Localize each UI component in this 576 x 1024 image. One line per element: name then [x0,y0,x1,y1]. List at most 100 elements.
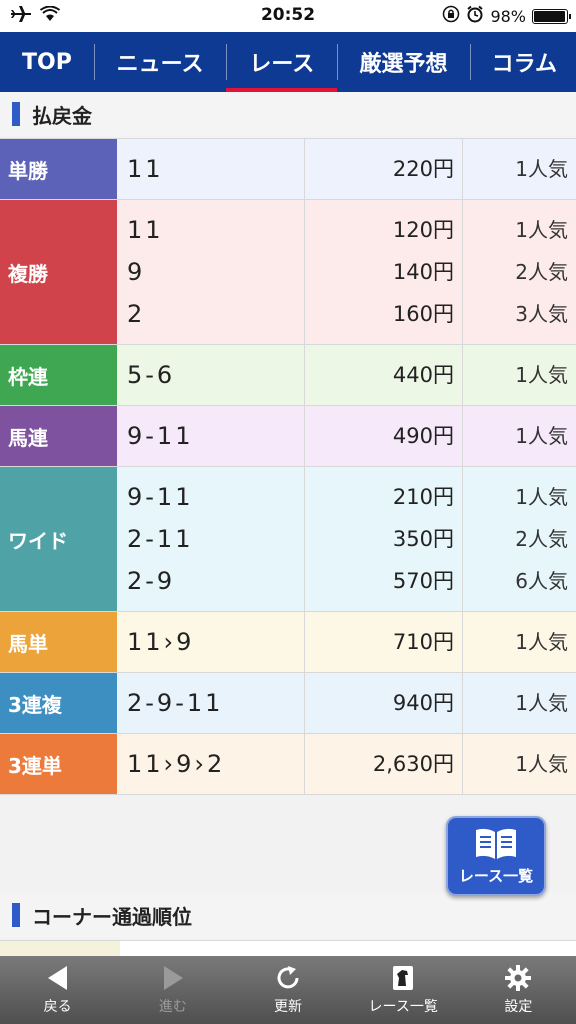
payout-amount-cell: 940円 [305,673,463,733]
popularity-value-cell: 1人気 [463,734,576,794]
payout-title: 払戻金 [32,103,92,128]
combination-value-cell: 9-11 2-11 2-9 [117,467,305,611]
combination-value-cell: 2-9-11 [117,673,305,733]
bottom-toolbar: 戻る 進む 更新 レース一覧 設定 [0,956,576,1024]
forward-button[interactable]: 進む [115,956,230,1024]
combination-value: 2-11 [127,525,194,553]
payout-amount: 710円 [392,630,454,654]
popularity-value: 6人気 [515,569,568,593]
popularity-value-cell: 1人気 [463,612,576,672]
alarm-icon [466,5,484,27]
popularity-value-cell: 1人気 2人気 6人気 [463,467,576,611]
combination-value-cell: 5-6 [117,345,305,405]
combination-value-cell: 11 [117,139,305,199]
settings-button[interactable]: 設定 [461,956,576,1024]
battery-icon [532,8,571,24]
tab-column[interactable]: コラム [469,32,576,92]
refresh-label: 更新 [274,999,302,1015]
popularity-value-cell: 1人気 [463,673,576,733]
combination-value: 9-11 [127,422,194,450]
popularity-value: 1人気 [515,218,568,242]
race-list-float-label: レース一覧 [458,866,534,885]
horse-card-icon [390,964,416,992]
payout-amount-cell: 210円 350円 570円 [305,467,463,611]
forward-arrow-icon [160,964,186,992]
race-list-button[interactable]: レース一覧 [346,956,461,1024]
section-marker [12,102,20,126]
payout-row: 馬連 9-11 490円 1人気 [0,406,576,467]
payout-row: 枠連 5-6 440円 1人気 [0,345,576,406]
combination-value: 9 [127,258,146,286]
payout-amount: 350円 [392,527,454,551]
payout-amount-cell: 2,630円 [305,734,463,794]
popularity-value: 2人気 [515,527,568,551]
payout-amount: 160円 [392,302,454,326]
payout-row: 3連複 2-9-11 940円 1人気 [0,673,576,734]
combination-value: 11›9 [127,628,195,656]
bet-type-label: 3連単 [0,734,117,794]
combination-value: 11 [127,216,164,244]
tab-race[interactable]: レース [226,32,338,92]
payout-amount: 220円 [392,157,454,181]
battery-percent: 98% [490,6,526,26]
bet-type-label: 単勝 [0,139,117,199]
popularity-value-cell: 1人気 [463,345,576,405]
race-list-label: レース一覧 [368,999,438,1015]
tab-picks[interactable]: 厳選予想 [337,32,469,92]
combination-value-cell: 9-11 [117,406,305,466]
section-marker [12,903,20,927]
payout-amount-cell: 220円 [305,139,463,199]
combination-value: 2 [127,300,146,328]
payout-amount-cell: 490円 [305,406,463,466]
popularity-value: 1人気 [515,630,568,654]
top-nav-bar: TOP ニュース レース 厳選予想 コラム [0,32,576,92]
refresh-button[interactable]: 更新 [230,956,345,1024]
back-button[interactable]: 戻る [0,956,115,1024]
combination-value: 11›9›2 [127,750,226,778]
tab-top[interactable]: TOP [0,32,94,92]
payout-amount: 210円 [392,485,454,509]
combination-value: 9-11 [127,483,194,511]
popularity-value-cell: 1人気 2人気 3人気 [463,200,576,344]
corner-title: コーナー通過順位 [32,904,192,929]
payout-amount: 2,630円 [372,752,454,776]
bet-type-label: 馬単 [0,612,117,672]
settings-label: 設定 [504,999,533,1015]
popularity-value-cell: 1人気 [463,139,576,199]
combination-value: 2-9-11 [127,689,224,717]
race-list-float-button[interactable]: レース一覧 [446,816,546,896]
payout-row: 馬単 11›9 710円 1人気 [0,612,576,673]
bet-type-label: 馬連 [0,406,117,466]
payout-amount: 440円 [392,363,454,387]
forward-label: 進む [158,999,187,1015]
refresh-icon [274,964,302,992]
battery-fill [534,10,566,22]
payout-amount: 940円 [392,691,454,715]
combination-value: 5-6 [127,361,176,389]
status-bar: 20:52 98% [0,0,576,32]
book-icon [473,827,519,865]
tab-news[interactable]: ニュース [93,32,226,92]
combination-value: 11 [127,155,164,183]
popularity-value: 1人気 [515,363,568,387]
corner-section-header: コーナー通過順位 [0,892,576,938]
payout-row: 複勝 11 9 2 120円 140円 160円 1人気 2人気 3人気 [0,200,576,345]
payout-amount: 570円 [392,569,454,593]
payout-table: 単勝 11 220円 1人気 複勝 11 9 2 120円 140円 160円 1人気 2人気 3人気 枠連… [0,138,576,795]
gear-icon [504,964,532,992]
payout-amount-cell: 120円 140円 160円 [305,200,463,344]
payout-row: 単勝 11 220円 1人気 [0,139,576,200]
popularity-value: 3人気 [515,302,568,326]
combination-value-cell: 11›9›2 [117,734,305,794]
payout-amount-cell: 710円 [305,612,463,672]
back-label: 戻る [43,999,72,1015]
popularity-value: 1人気 [515,691,568,715]
combination-value-cell: 11›9 [117,612,305,672]
popularity-value: 1人気 [515,752,568,776]
payout-amount: 140円 [392,260,454,284]
payout-row: ワイド 9-11 2-11 2-9 210円 350円 570円 1人気 2人気 6人気 [0,467,576,612]
bet-type-label: 枠連 [0,345,117,405]
payout-row: 3連単 11›9›2 2,630円 1人気 [0,734,576,795]
bet-type-label: ワイド [0,467,117,611]
popularity-value-cell: 1人気 [463,406,576,466]
